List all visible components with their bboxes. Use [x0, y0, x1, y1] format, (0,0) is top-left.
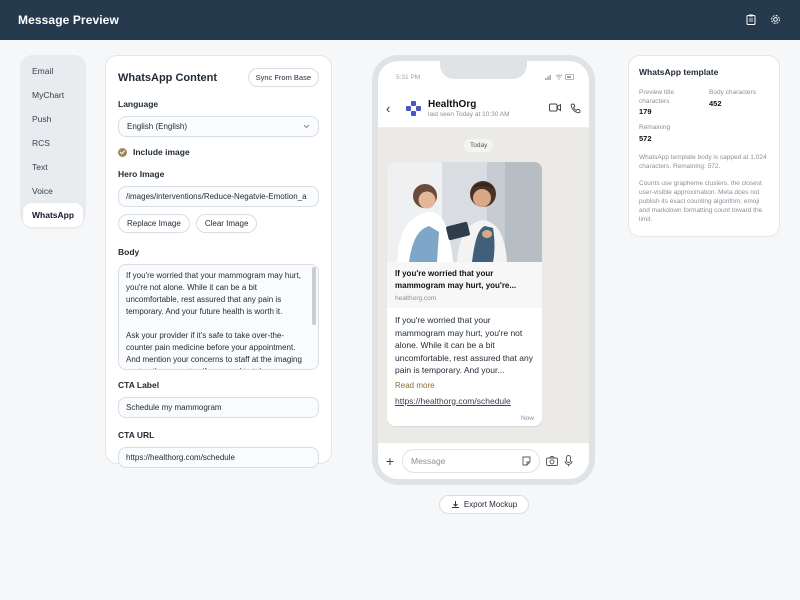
include-image-checkbox[interactable]: Include image: [118, 147, 319, 157]
hero-image-input[interactable]: /images/interventions/Reduce-Negatvie-Em…: [118, 186, 319, 207]
wifi-icon: [555, 74, 563, 80]
message-composer: + Message: [378, 443, 589, 479]
info-note-counting: Counts use grapheme clusters, the closes…: [639, 179, 763, 223]
export-mockup-button[interactable]: Export Mockup: [439, 495, 529, 514]
link-preview[interactable]: If you're worried that your mammogram ma…: [387, 262, 542, 308]
last-seen: last seen Today at 10:30 AM: [428, 111, 510, 118]
sticker-icon[interactable]: [522, 456, 531, 466]
info-note-limit: WhatsApp template body is capped at 1,02…: [639, 153, 767, 170]
language-select[interactable]: English (English): [118, 116, 319, 137]
export-label: Export Mockup: [463, 500, 518, 509]
back-arrow-icon[interactable]: ‹: [386, 101, 400, 116]
hero-image: [387, 162, 542, 262]
phone-mockup: 5:31 PM ‹ HealthOrg last seen Today at 1…: [372, 55, 595, 485]
info-title: WhatsApp template: [639, 67, 719, 77]
plus-icon[interactable]: +: [384, 453, 396, 469]
phone-icon[interactable]: [570, 103, 581, 114]
body-textarea[interactable]: If you're worried that your mammogram ma…: [118, 264, 319, 370]
cta-label-input[interactable]: Schedule my mammogram: [118, 397, 319, 418]
app-title: Message Preview: [18, 13, 119, 27]
link-title: If you're worried that your mammogram ma…: [395, 269, 517, 290]
body-paragraph-2: Ask your provider if it's safe to take o…: [126, 331, 302, 369]
contact-avatar: [404, 99, 422, 118]
channel-text[interactable]: Text: [23, 155, 83, 179]
language-label: Language: [118, 99, 159, 109]
language-value: English (English): [127, 122, 188, 131]
channel-list: Email MyChart Push RCS Text Voice WhatsA…: [20, 55, 86, 227]
message-input[interactable]: Message: [402, 449, 540, 473]
clear-image-button[interactable]: Clear Image: [195, 214, 258, 233]
channel-email[interactable]: Email: [23, 59, 83, 83]
channel-voice[interactable]: Voice: [23, 179, 83, 203]
body-chars-value: 452: [709, 98, 722, 108]
whatsapp-content-panel: WhatsApp Content Sync From Base Language…: [105, 55, 332, 468]
include-image-label: Include image: [133, 147, 190, 157]
cta-label-label: CTA Label: [118, 380, 160, 390]
channel-mychart[interactable]: MyChart: [23, 83, 83, 107]
message-timestamp: Now: [520, 415, 534, 422]
camera-icon[interactable]: [546, 456, 558, 466]
video-icon[interactable]: [549, 103, 561, 112]
cta-url-label: CTA URL: [118, 430, 155, 440]
message-bubble: If you're worried that your mammogram ma…: [387, 162, 542, 426]
textarea-scrollbar[interactable]: [312, 267, 316, 325]
link-domain: healthorg.com: [395, 295, 437, 302]
gear-icon[interactable]: [770, 14, 782, 26]
chevron-down-icon: [303, 124, 310, 129]
download-icon: [451, 501, 459, 508]
chat-header: ‹ HealthOrg last seen Today at 10:30 AM: [378, 90, 589, 128]
sync-from-base-button[interactable]: Sync From Base: [247, 68, 319, 87]
status-time: 5:31 PM: [396, 74, 421, 81]
clipboard-icon[interactable]: [746, 14, 758, 26]
battery-icon: [565, 74, 574, 80]
date-chip: Today: [464, 139, 494, 152]
replace-image-button[interactable]: Replace Image: [118, 214, 190, 233]
preview-title-chars-value: 179: [639, 107, 652, 116]
preview-title-chars-label: Preview title characters: [639, 89, 675, 105]
body-label: Body: [118, 247, 140, 257]
remaining-value: 572: [639, 133, 652, 143]
message-url-link[interactable]: https://healthorg.com/schedule: [387, 390, 542, 406]
channel-rcs[interactable]: RCS: [23, 131, 83, 155]
channel-whatsapp[interactable]: WhatsApp: [23, 203, 83, 227]
message-placeholder: Message: [411, 456, 446, 466]
template-info-panel: WhatsApp template Preview title characte…: [628, 55, 780, 237]
signal-icon: [545, 75, 552, 80]
body-paragraph-1: If you're worried that your mammogram ma…: [126, 271, 301, 316]
read-more-link[interactable]: Read more: [387, 377, 542, 390]
mic-icon[interactable]: [564, 455, 573, 467]
top-bar: Message Preview: [0, 0, 800, 40]
channel-push[interactable]: Push: [23, 107, 83, 131]
hero-image-label: Hero Image: [118, 169, 165, 179]
message-text: If you're worried that your mammogram ma…: [395, 315, 533, 375]
checkbox-checked-icon: [118, 147, 127, 157]
remaining-label: Remaining: [639, 124, 671, 131]
panel-title: WhatsApp Content: [118, 71, 217, 84]
status-icons: [545, 74, 575, 82]
phone-notch: [440, 61, 527, 79]
chat-body: Today If you're worried that your mammog…: [378, 128, 589, 443]
contact-name: HealthOrg: [428, 99, 477, 110]
cta-url-input[interactable]: https://healthorg.com/schedule: [118, 447, 319, 468]
body-chars-label: Body characters: [709, 89, 756, 96]
